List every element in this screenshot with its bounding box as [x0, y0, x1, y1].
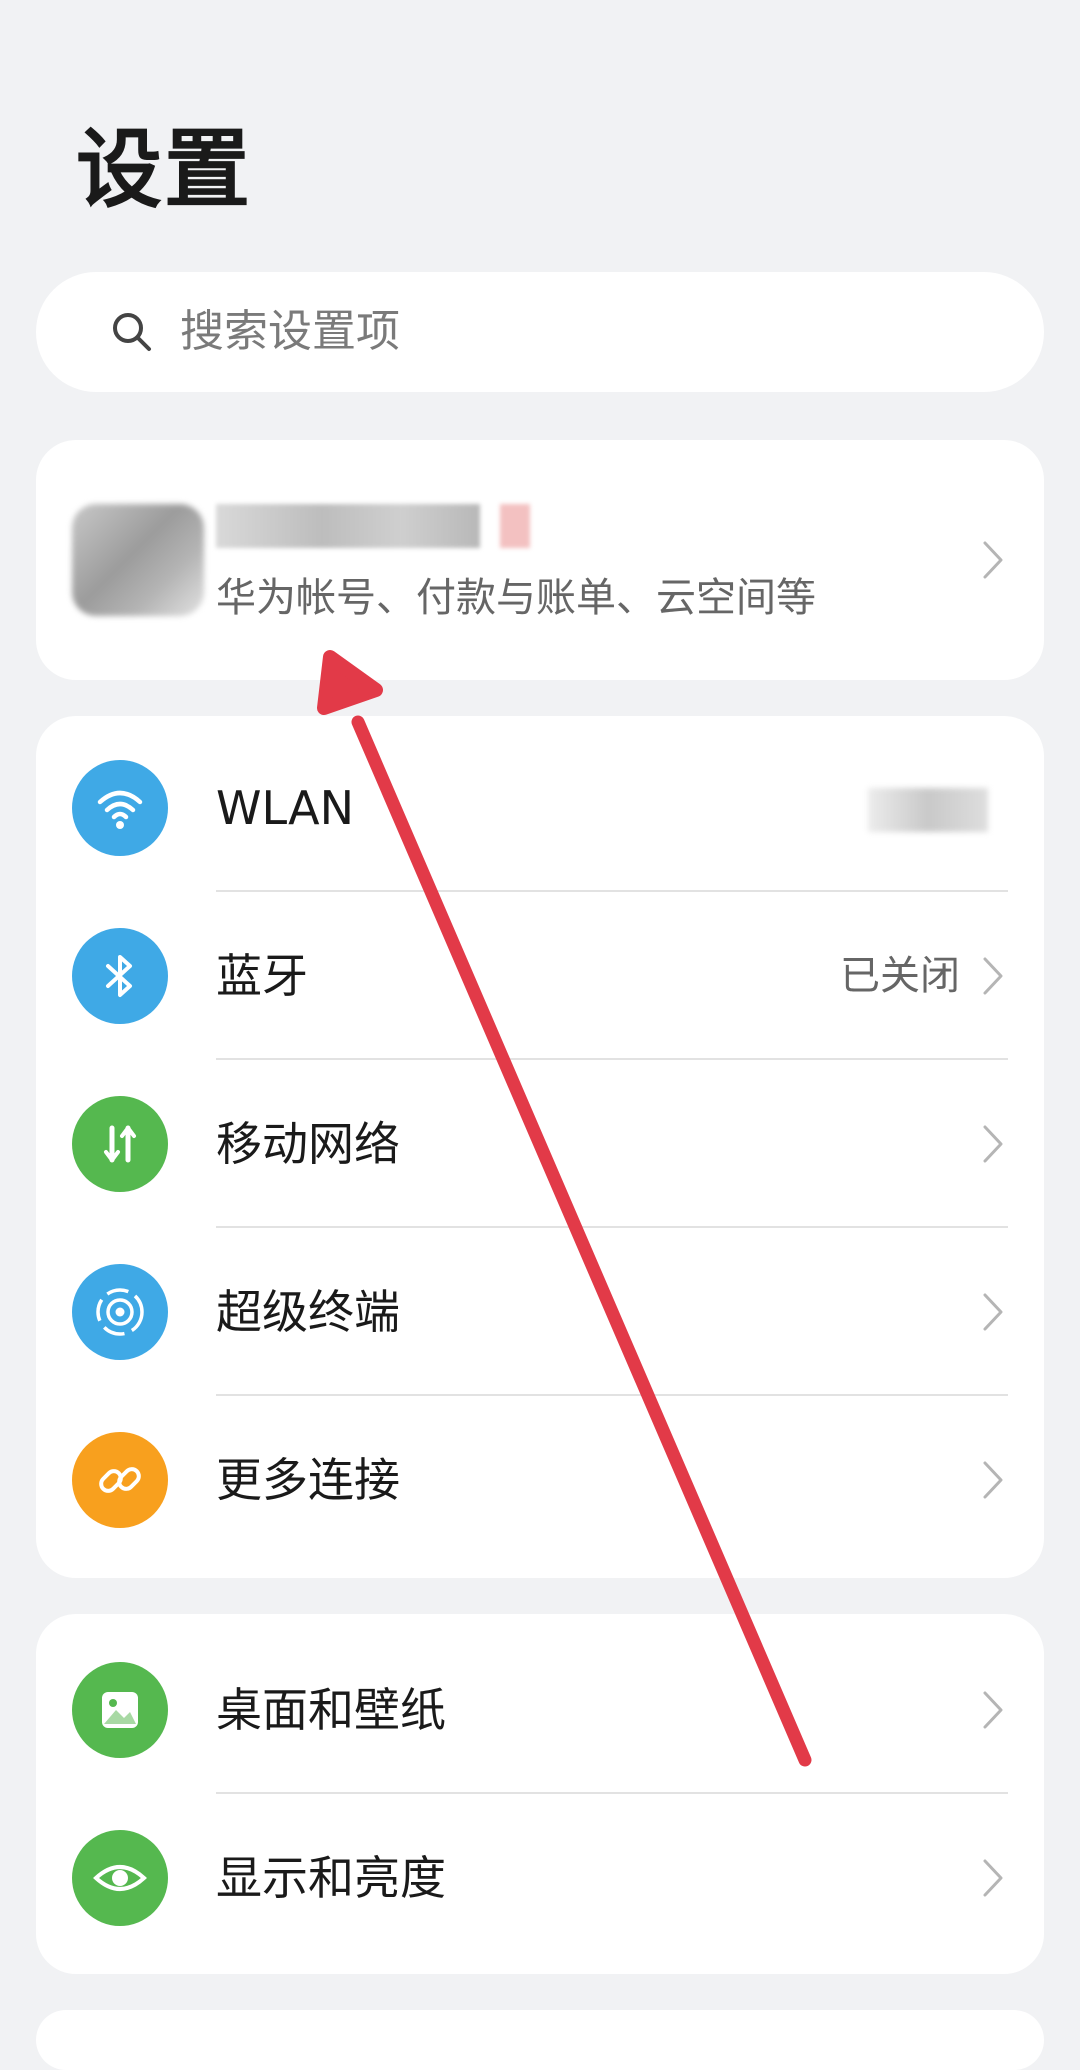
wifi-icon — [72, 760, 168, 856]
settings-item-label: 显示和亮度 — [216, 1851, 446, 1905]
chevron-right-icon — [983, 541, 1003, 579]
settings-item-more-connections[interactable]: 更多连接 — [36, 1396, 1044, 1564]
settings-item-label: 超级终端 — [216, 1285, 400, 1339]
eye-icon — [72, 1830, 168, 1926]
chevron-right-icon — [983, 1125, 1003, 1163]
display-group: 桌面和壁纸 显示和亮度 — [36, 1614, 1044, 1974]
account-name-redacted-tail — [500, 504, 530, 548]
bluetooth-icon — [72, 928, 168, 1024]
settings-item-super-device[interactable]: 超级终端 — [36, 1228, 1044, 1396]
account-subtitle: 华为帐号、付款与账单、云空间等 — [216, 575, 816, 621]
settings-item-wlan[interactable]: WLAN — [36, 724, 1044, 892]
chevron-right-icon — [983, 1293, 1003, 1331]
settings-item-label: 移动网络 — [216, 1117, 400, 1171]
settings-item-label: 蓝牙 — [216, 949, 308, 1003]
account-card[interactable]: 华为帐号、付款与账单、云空间等 — [36, 440, 1044, 680]
next-group-partial — [36, 2010, 1044, 2070]
search-icon — [113, 313, 151, 351]
chevron-right-icon — [983, 957, 1003, 995]
account-name-redacted — [216, 504, 480, 548]
bluetooth-status: 已关闭 — [840, 953, 960, 999]
avatar — [72, 504, 204, 616]
settings-item-display-brightness[interactable]: 显示和亮度 — [36, 1794, 1044, 1962]
settings-item-bluetooth[interactable]: 蓝牙 已关闭 — [36, 892, 1044, 1060]
settings-item-label: 更多连接 — [216, 1453, 400, 1507]
settings-item-label: 桌面和壁纸 — [216, 1683, 446, 1737]
settings-item-mobile-network[interactable]: 移动网络 — [36, 1060, 1044, 1228]
search-bar[interactable]: 搜索设置项 — [36, 272, 1044, 392]
page-title: 设置 — [76, 120, 252, 220]
wlan-status-redacted — [868, 788, 988, 832]
settings-item-label: WLAN — [216, 781, 355, 835]
mobile-data-icon — [72, 1096, 168, 1192]
super-device-icon — [72, 1264, 168, 1360]
chevron-right-icon — [983, 1859, 1003, 1897]
wallpaper-icon — [72, 1662, 168, 1758]
connectivity-group: WLAN 蓝牙 已关闭 移动网络 超级终端 更多连接 — [36, 716, 1044, 1578]
link-icon — [72, 1432, 168, 1528]
settings-item-wallpaper[interactable]: 桌面和壁纸 — [36, 1626, 1044, 1794]
chevron-right-icon — [983, 1461, 1003, 1499]
chevron-right-icon — [983, 1691, 1003, 1729]
search-placeholder: 搜索设置项 — [180, 306, 400, 357]
